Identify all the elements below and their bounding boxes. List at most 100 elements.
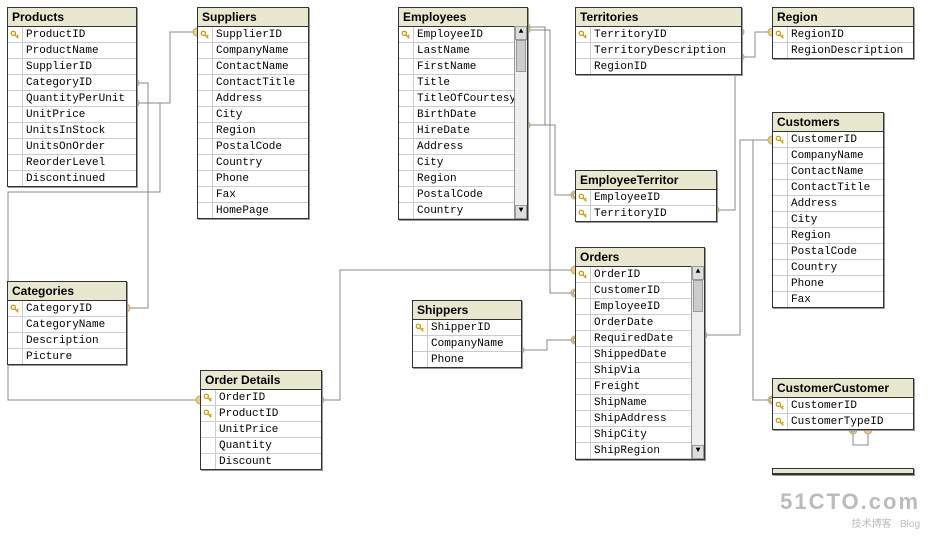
table-territories[interactable]: TerritoriesTerritoryIDTerritoryDescripti…: [575, 7, 742, 75]
table-orders[interactable]: OrdersOrderIDCustomerIDEmployeeIDOrderDa…: [575, 247, 705, 460]
table-row[interactable]: HomePage: [198, 203, 308, 218]
table-row[interactable]: PostalCode: [198, 139, 308, 155]
table-row[interactable]: FirstName: [399, 59, 527, 75]
table-row[interactable]: OrderID: [576, 267, 704, 283]
table-row[interactable]: CompanyName: [198, 43, 308, 59]
scroll-up-icon[interactable]: ▲: [515, 26, 527, 40]
table-row[interactable]: ProductName: [8, 43, 136, 59]
table-row[interactable]: Country: [198, 155, 308, 171]
table-row[interactable]: Fax: [773, 292, 883, 307]
table-title[interactable]: [773, 469, 913, 474]
table-custDemo[interactable]: [772, 468, 914, 475]
table-row[interactable]: RegionID: [773, 27, 913, 43]
table-row[interactable]: UnitsOnOrder: [8, 139, 136, 155]
scrollbar[interactable]: ▲▼: [514, 26, 527, 219]
table-title[interactable]: Region: [773, 8, 913, 27]
scroll-down-icon[interactable]: ▼: [515, 205, 527, 219]
table-row[interactable]: Region: [399, 171, 527, 187]
scrollbar[interactable]: ▲▼: [691, 266, 704, 459]
table-row[interactable]: CategoryID: [8, 75, 136, 91]
table-row[interactable]: ShipCity: [576, 427, 704, 443]
scroll-up-icon[interactable]: ▲: [692, 266, 704, 280]
table-title[interactable]: Products: [8, 8, 136, 27]
table-row[interactable]: Picture: [8, 349, 126, 364]
table-row[interactable]: Country: [399, 203, 527, 219]
table-row[interactable]: UnitPrice: [8, 107, 136, 123]
table-row[interactable]: Discontinued: [8, 171, 136, 186]
table-orderDetails[interactable]: Order DetailsOrderIDProductIDUnitPriceQu…: [200, 370, 322, 470]
table-row[interactable]: CompanyName: [413, 336, 521, 352]
table-row[interactable]: ContactName: [773, 164, 883, 180]
table-row[interactable]: HireDate: [399, 123, 527, 139]
table-row[interactable]: ContactTitle: [198, 75, 308, 91]
table-row[interactable]: ContactTitle: [773, 180, 883, 196]
table-row[interactable]: Country: [773, 260, 883, 276]
table-categories[interactable]: CategoriesCategoryIDCategoryNameDescript…: [7, 281, 127, 365]
table-row[interactable]: Address: [399, 139, 527, 155]
table-row[interactable]: Phone: [198, 171, 308, 187]
table-row[interactable]: ShippedDate: [576, 347, 704, 363]
table-employees[interactable]: EmployeesEmployeeIDLastNameFirstNameTitl…: [398, 7, 528, 220]
table-customers[interactable]: CustomersCustomerIDCompanyNameContactNam…: [772, 112, 884, 308]
table-row[interactable]: ShipName: [576, 395, 704, 411]
table-title[interactable]: EmployeeTerritor: [576, 171, 716, 190]
table-row[interactable]: CompanyName: [773, 148, 883, 164]
table-title[interactable]: Territories: [576, 8, 741, 27]
table-row[interactable]: Phone: [413, 352, 521, 367]
table-row[interactable]: TitleOfCourtesy: [399, 91, 527, 107]
table-row[interactable]: ContactName: [198, 59, 308, 75]
table-row[interactable]: Discount: [201, 454, 321, 469]
table-row[interactable]: SupplierID: [198, 27, 308, 43]
table-row[interactable]: Address: [198, 91, 308, 107]
table-row[interactable]: EmployeeID: [399, 27, 527, 43]
table-row[interactable]: Region: [773, 228, 883, 244]
table-row[interactable]: LastName: [399, 43, 527, 59]
table-row[interactable]: EmployeeID: [576, 299, 704, 315]
table-row[interactable]: QuantityPerUnit: [8, 91, 136, 107]
table-row[interactable]: OrderDate: [576, 315, 704, 331]
table-title[interactable]: Employees: [399, 8, 527, 27]
table-row[interactable]: Address: [773, 196, 883, 212]
scroll-thumb[interactable]: [693, 280, 703, 312]
table-row[interactable]: ShipAddress: [576, 411, 704, 427]
table-row[interactable]: Fax: [198, 187, 308, 203]
table-row[interactable]: CustomerID: [773, 398, 913, 414]
table-row[interactable]: ShipperID: [413, 320, 521, 336]
table-row[interactable]: ReorderLevel: [8, 155, 136, 171]
table-row[interactable]: UnitsInStock: [8, 123, 136, 139]
table-row[interactable]: Freight: [576, 379, 704, 395]
table-title[interactable]: Customers: [773, 113, 883, 132]
table-row[interactable]: City: [773, 212, 883, 228]
table-row[interactable]: CategoryName: [8, 317, 126, 333]
table-suppliers[interactable]: SuppliersSupplierIDCompanyNameContactNam…: [197, 7, 309, 219]
table-row[interactable]: City: [399, 155, 527, 171]
table-row[interactable]: RegionID: [576, 59, 741, 74]
table-row[interactable]: Description: [8, 333, 126, 349]
table-title[interactable]: Orders: [576, 248, 704, 267]
table-row[interactable]: Title: [399, 75, 527, 91]
table-row[interactable]: TerritoryDescription: [576, 43, 741, 59]
table-employeeTerr[interactable]: EmployeeTerritorEmployeeIDTerritoryID: [575, 170, 717, 222]
table-row[interactable]: City: [198, 107, 308, 123]
table-row[interactable]: EmployeeID: [576, 190, 716, 206]
table-row[interactable]: BirthDate: [399, 107, 527, 123]
table-region[interactable]: RegionRegionIDRegionDescription: [772, 7, 914, 59]
table-row[interactable]: RegionDescription: [773, 43, 913, 58]
table-row[interactable]: CustomerID: [576, 283, 704, 299]
table-row[interactable]: SupplierID: [8, 59, 136, 75]
scroll-thumb[interactable]: [516, 40, 526, 72]
table-row[interactable]: ProductID: [201, 406, 321, 422]
table-title[interactable]: Shippers: [413, 301, 521, 320]
table-row[interactable]: PostalCode: [399, 187, 527, 203]
table-row[interactable]: Phone: [773, 276, 883, 292]
table-row[interactable]: TerritoryID: [576, 206, 716, 221]
table-row[interactable]: CategoryID: [8, 301, 126, 317]
scroll-down-icon[interactable]: ▼: [692, 445, 704, 459]
table-row[interactable]: UnitPrice: [201, 422, 321, 438]
table-row[interactable]: OrderID: [201, 390, 321, 406]
table-row[interactable]: ProductID: [8, 27, 136, 43]
table-row[interactable]: CustomerID: [773, 132, 883, 148]
table-title[interactable]: Order Details: [201, 371, 321, 390]
table-title[interactable]: Categories: [8, 282, 126, 301]
table-products[interactable]: ProductsProductIDProductNameSupplierIDCa…: [7, 7, 137, 187]
